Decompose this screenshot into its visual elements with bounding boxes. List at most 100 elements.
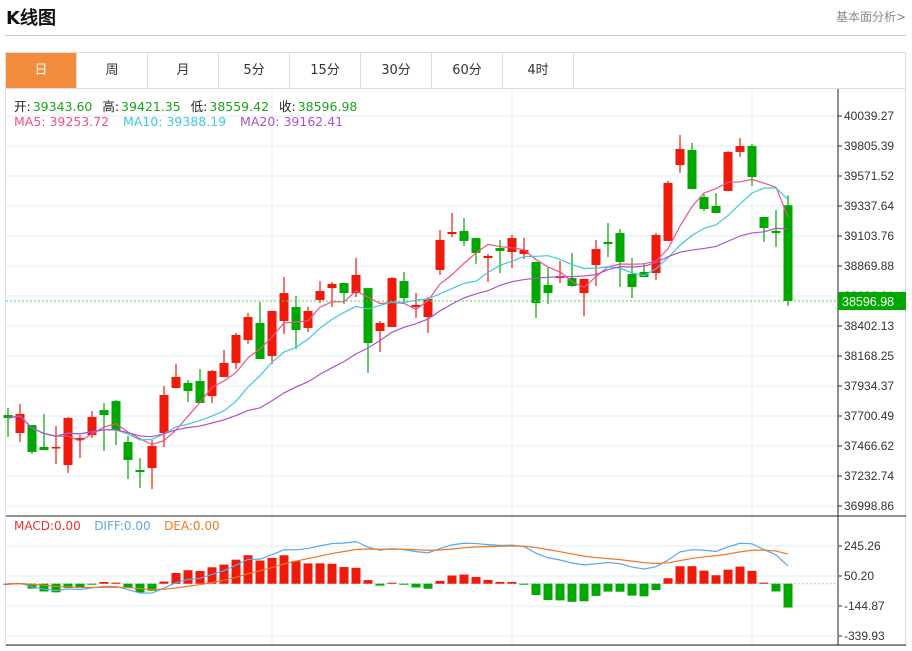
price-tick-label: 39805.39 [844,139,894,153]
candle-body [231,334,241,363]
macd-bar [363,580,373,584]
macd-bar [687,566,697,584]
price-tick-label: 39571.52 [844,169,894,183]
candle-body [279,293,289,322]
ma5-legend: MA5: 39253.72 [14,114,110,129]
candle-body [699,196,709,210]
macd-bar [279,555,289,584]
macd-bar [519,583,529,585]
macd-bar [87,583,97,585]
macd-bar [291,561,301,584]
price-tick-label: 39103.76 [844,229,894,243]
macd-bar [99,581,109,584]
macd-bar [183,570,193,584]
candle-body [363,288,373,343]
macd-bar [567,583,577,602]
candle-body [759,216,769,229]
macd-legend: MACD:0.00 DIFF:0.00 DEA:0.00 [14,519,222,533]
ma20-line [7,227,789,438]
macd-bar [735,566,745,584]
candle-body [39,446,49,451]
candle-body [663,182,673,241]
macd-bar [303,563,313,584]
candle-body [399,280,409,299]
candle-body [459,230,469,241]
candle-body [783,205,793,302]
diff-legend-value: DIFF:0.00 [94,519,151,533]
macd-bar [399,583,409,585]
candle-body [183,382,193,392]
candle-body [423,298,433,318]
macd-bar [699,570,709,584]
ma10-legend: MA10: 39388.19 [123,114,227,129]
macd-tick-label: 245.26 [844,539,881,553]
candle-body [255,322,265,359]
candle-body [543,284,553,294]
macd-bar [627,583,637,596]
macd-bar [639,583,649,597]
macd-bar [507,581,517,584]
macd-bar [159,581,169,584]
macd-bar [267,557,277,584]
macd-bar [675,566,685,584]
candle-body [435,239,445,270]
candle-body [591,249,601,265]
macd-bar [255,560,265,584]
ma20-legend: MA20: 39162.41 [240,114,344,129]
price-tick-label: 38402.13 [844,319,894,333]
candle-body [747,146,757,177]
macd-bar [651,583,661,591]
macd-bar [783,583,793,608]
macd-bar [771,583,781,592]
macd-bar [723,569,733,584]
price-tick-label: 36998.86 [844,499,894,513]
candle-body [195,381,205,403]
macd-bar [555,583,565,601]
low-label: 低: [190,99,208,114]
candle-body [159,395,169,433]
candle-body [303,311,313,328]
candle-body [687,150,697,190]
macd-bar [591,583,601,596]
high-value: 39421.35 [121,99,181,114]
dea-legend-value: DEA:0.00 [164,519,220,533]
high-label: 高: [102,99,120,114]
ma-legend: MA5: 39253.72 MA10: 39388.19 MA20: 39162… [14,114,345,129]
candle-body [123,441,133,461]
price-tick-label: 37934.37 [844,379,894,393]
candle-body [51,446,61,449]
candle-body [99,410,109,416]
candle-body [243,317,253,340]
macd-tick-label: -144.87 [844,599,885,613]
macd-bar [435,580,445,584]
open-value: 39343.60 [32,99,93,114]
macd-bar [711,575,721,584]
candle-body [339,283,349,294]
macd-bar [483,579,493,584]
candle-body [219,362,229,377]
macd-bar [411,583,421,588]
candle-body [483,255,493,259]
candle-body [375,322,385,332]
macd-bar [579,583,589,602]
candle-body [327,283,337,289]
open-label: 开: [14,99,31,114]
macd-tick-label: -339.93 [844,629,885,643]
macd-bar [747,570,757,584]
candle-body [447,231,457,235]
price-tick-label: 40039.27 [844,109,894,123]
candle-body [507,238,517,253]
candle-body [651,234,661,274]
ohlc-legend: 开: 39343.60 高: 39421.35 低: 38559.42 收: 38596… [14,96,359,115]
candle-body [171,376,181,388]
candle-body [135,469,145,472]
macd-bar [543,583,553,601]
candle-body [771,230,781,234]
low-value: 38559.42 [209,99,270,114]
candle-body [627,273,637,288]
candle-body [735,146,745,152]
macd-bar [459,574,469,584]
price-tick-label: 38168.25 [844,349,894,363]
candle-body [63,417,73,466]
macd-bar [339,567,349,584]
